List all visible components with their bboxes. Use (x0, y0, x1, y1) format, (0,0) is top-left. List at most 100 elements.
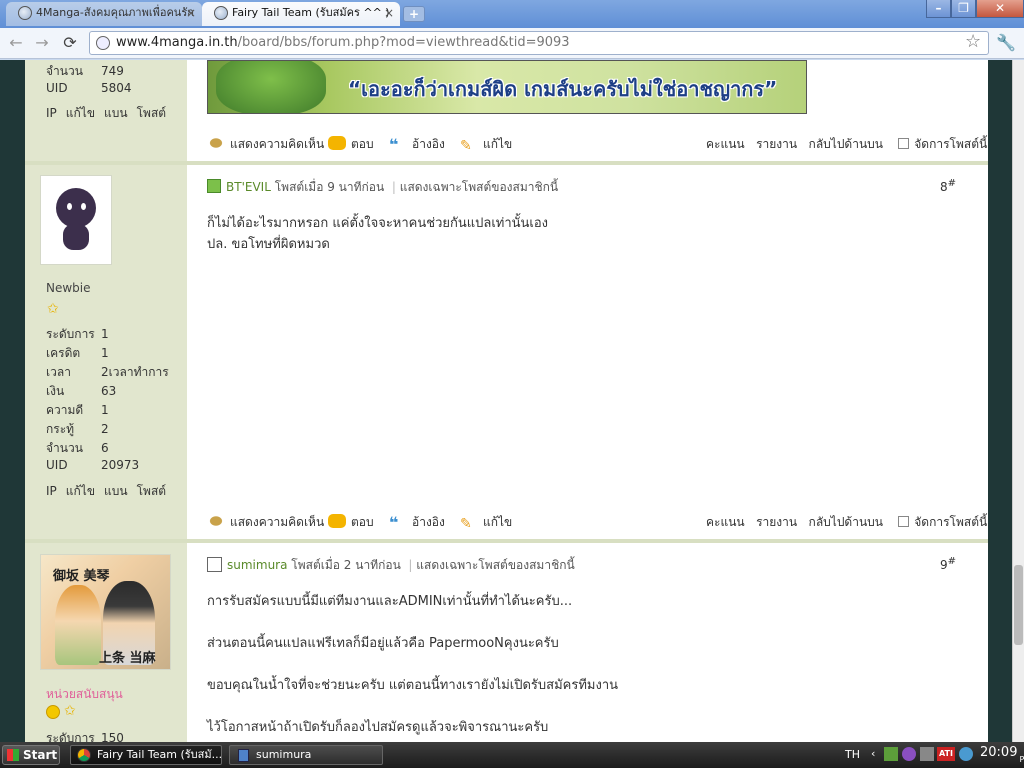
only-author-link[interactable]: แสดงเฉพาะโพสต์ของสมาชิกนี้ (400, 180, 558, 194)
post-header: sumimura โพสต์เมื่อ 2 นาทีก่อน | แสดงเฉพ… (207, 556, 575, 575)
new-tab-button[interactable]: + (403, 6, 425, 22)
close-icon[interactable]: × (384, 2, 394, 24)
post-number-hash: # (947, 178, 957, 189)
speaker-icon[interactable] (902, 747, 916, 761)
avatar-figure-left (55, 585, 101, 665)
post-number-value: 9 (940, 558, 948, 572)
page-border-right (988, 60, 1012, 742)
post-time: โพสต์เมื่อ 9 นาทีก่อน (274, 180, 385, 194)
wrench-icon[interactable]: 🔧 (996, 33, 1016, 52)
stat-label: กระทู้ (46, 422, 75, 436)
posts-link[interactable]: โพสต์ (137, 484, 166, 498)
close-window-button[interactable]: ✕ (976, 0, 1024, 18)
stat-label: เวลา (46, 365, 71, 379)
stat-row: เงิน 63 (46, 382, 116, 401)
tab-4manga[interactable]: 4Manga-สังคมคุณภาพเพื่อคนรัก × (6, 2, 202, 26)
globe-icon (214, 6, 228, 20)
header-divider: | (388, 180, 400, 194)
post-body: ก็ไม่ได้อะไรมากหรอก แค่ตั้งใจจะหาคนช่วยก… (207, 213, 548, 255)
tab-fairy-tail[interactable]: Fairy Tail Team (รับสมัคร ^^ ) × (202, 2, 400, 26)
windows-flag-icon (7, 749, 19, 761)
taskbar-item-sumimura[interactable]: sumimura (229, 745, 383, 765)
page-border-left (0, 60, 25, 742)
close-icon[interactable]: × (186, 2, 196, 24)
avatar: 御坂 美琴 上条 当麻 (40, 554, 171, 670)
rate-link[interactable]: คะแนน (706, 137, 745, 151)
avatar-eye (81, 203, 86, 210)
reply-link[interactable]: ตอบ (328, 135, 374, 153)
avatar-caption-top: 御坂 美琴 (53, 569, 110, 584)
stat-value: 150 (101, 731, 124, 742)
stat-label: UID (46, 458, 68, 472)
comment-link[interactable]: แสดงความคิดเห็น (207, 135, 324, 153)
stat-label: UID (46, 81, 68, 95)
minimize-button[interactable]: – (926, 0, 951, 18)
quote-icon: ❝ (389, 513, 399, 532)
clock[interactable]: 20:09PM (980, 745, 1024, 764)
quote-link[interactable]: ❝ อ้างอิง (389, 135, 445, 153)
manage-label: จัดการโพสต์นี้ (914, 137, 988, 151)
network-icon[interactable] (884, 747, 898, 761)
post8-right-actions: คะแนน รายงาน กลับไปด้านบน จัดการโพสต์นี้ (706, 513, 987, 532)
maximize-button[interactable]: ❐ (951, 0, 976, 18)
clock-ampm: PM (1019, 755, 1024, 764)
user-tray-icon[interactable] (959, 747, 973, 761)
url-text[interactable]: www.4manga.in.th/board/bbs/forum.php?mod… (116, 35, 570, 50)
title-bar: 4Manga-สังคมคุณภาพเพื่อคนรัก × Fairy Tai… (0, 0, 1024, 28)
post7-right-actions: คะแนน รายงาน กลับไปด้านบน จัดการโพสต์นี้ (706, 135, 987, 154)
reload-button[interactable]: ⟳ (58, 32, 82, 54)
comment-link[interactable]: แสดงความคิดเห็น (207, 513, 324, 531)
post-line: การรับสมัครแบบนี้มีแต่ทีมงานและADMINเท่า… (207, 594, 573, 609)
post-number[interactable]: 8# (940, 178, 956, 194)
edit-link[interactable]: ✎ แก้ไข (460, 135, 512, 153)
back-button[interactable]: ← (4, 32, 28, 54)
quote-icon: ❝ (389, 135, 399, 154)
edit-link[interactable]: ✎ แก้ไข (460, 513, 512, 531)
manage-checkbox[interactable] (898, 516, 910, 527)
language-indicator[interactable]: TH (845, 748, 860, 761)
quote-link[interactable]: ❝ อ้างอิง (389, 513, 445, 531)
rate-link[interactable]: คะแนน (706, 515, 745, 529)
post-separator (25, 539, 988, 543)
stat-value: 20973 (101, 458, 140, 472)
forward-button[interactable]: → (30, 32, 54, 54)
ati-logo-icon[interactable]: ATI (937, 747, 955, 761)
tray-expand-icon[interactable]: ‹ (871, 747, 875, 760)
reply-link[interactable]: ตอบ (328, 513, 374, 531)
chrome-icon (77, 748, 91, 762)
scrollbar-thumb[interactable] (1014, 565, 1023, 645)
back-to-top-link[interactable]: กลับไปด้านบน (809, 515, 883, 529)
posts-link[interactable]: โพสต์ (137, 106, 166, 120)
post-author-link[interactable]: sumimura (227, 558, 287, 572)
post-body: การรับสมัครแบบนี้มีแต่ทีมงานและADMINเท่า… (207, 591, 618, 738)
taskbar-item-label: sumimura (256, 748, 312, 761)
address-bar[interactable]: www.4manga.in.th/board/bbs/forum.php?mod… (89, 31, 989, 55)
post-line: ไว้โอกาสหน้าถ้าเปิดรับก็ลองไปสมัครดูแล้ว… (207, 720, 549, 735)
report-link[interactable]: รายงาน (756, 515, 797, 529)
start-button[interactable]: Start (2, 745, 60, 765)
post-number[interactable]: 9# (940, 556, 956, 572)
ban-link[interactable]: แบน (104, 484, 128, 498)
ati-icon[interactable] (920, 747, 934, 761)
ip-link[interactable]: IP (46, 484, 57, 498)
ban-link[interactable]: แบน (104, 106, 128, 120)
manage-label: จัดการโพสต์นี้ (914, 515, 988, 529)
only-author-link[interactable]: แสดงเฉพาะโพสต์ของสมาชิกนี้ (416, 558, 574, 572)
edit-user-link[interactable]: แก้ไข (66, 484, 95, 498)
bookmark-star-icon[interactable]: ☆ (965, 31, 981, 52)
avatar-caption-bottom: 上条 当麻 (99, 651, 156, 666)
ip-link[interactable]: IP (46, 106, 57, 120)
stat-label: ระดับการ (46, 731, 95, 742)
quote-label: อ้างอิง (412, 515, 445, 529)
header-divider: | (404, 558, 417, 572)
edit-user-link[interactable]: แก้ไข (66, 106, 95, 120)
back-to-top-link[interactable]: กลับไปด้านบน (809, 137, 883, 151)
report-link[interactable]: รายงาน (756, 137, 797, 151)
stat-value: 1 (101, 346, 109, 360)
manage-checkbox[interactable] (898, 138, 910, 149)
taskbar-item-chrome[interactable]: Fairy Tail Team (รับสมั... (70, 745, 222, 765)
reply-label: ตอบ (351, 515, 374, 529)
post-author-link[interactable]: BT'EVIL (226, 180, 271, 194)
vertical-scrollbar[interactable] (1012, 60, 1024, 742)
